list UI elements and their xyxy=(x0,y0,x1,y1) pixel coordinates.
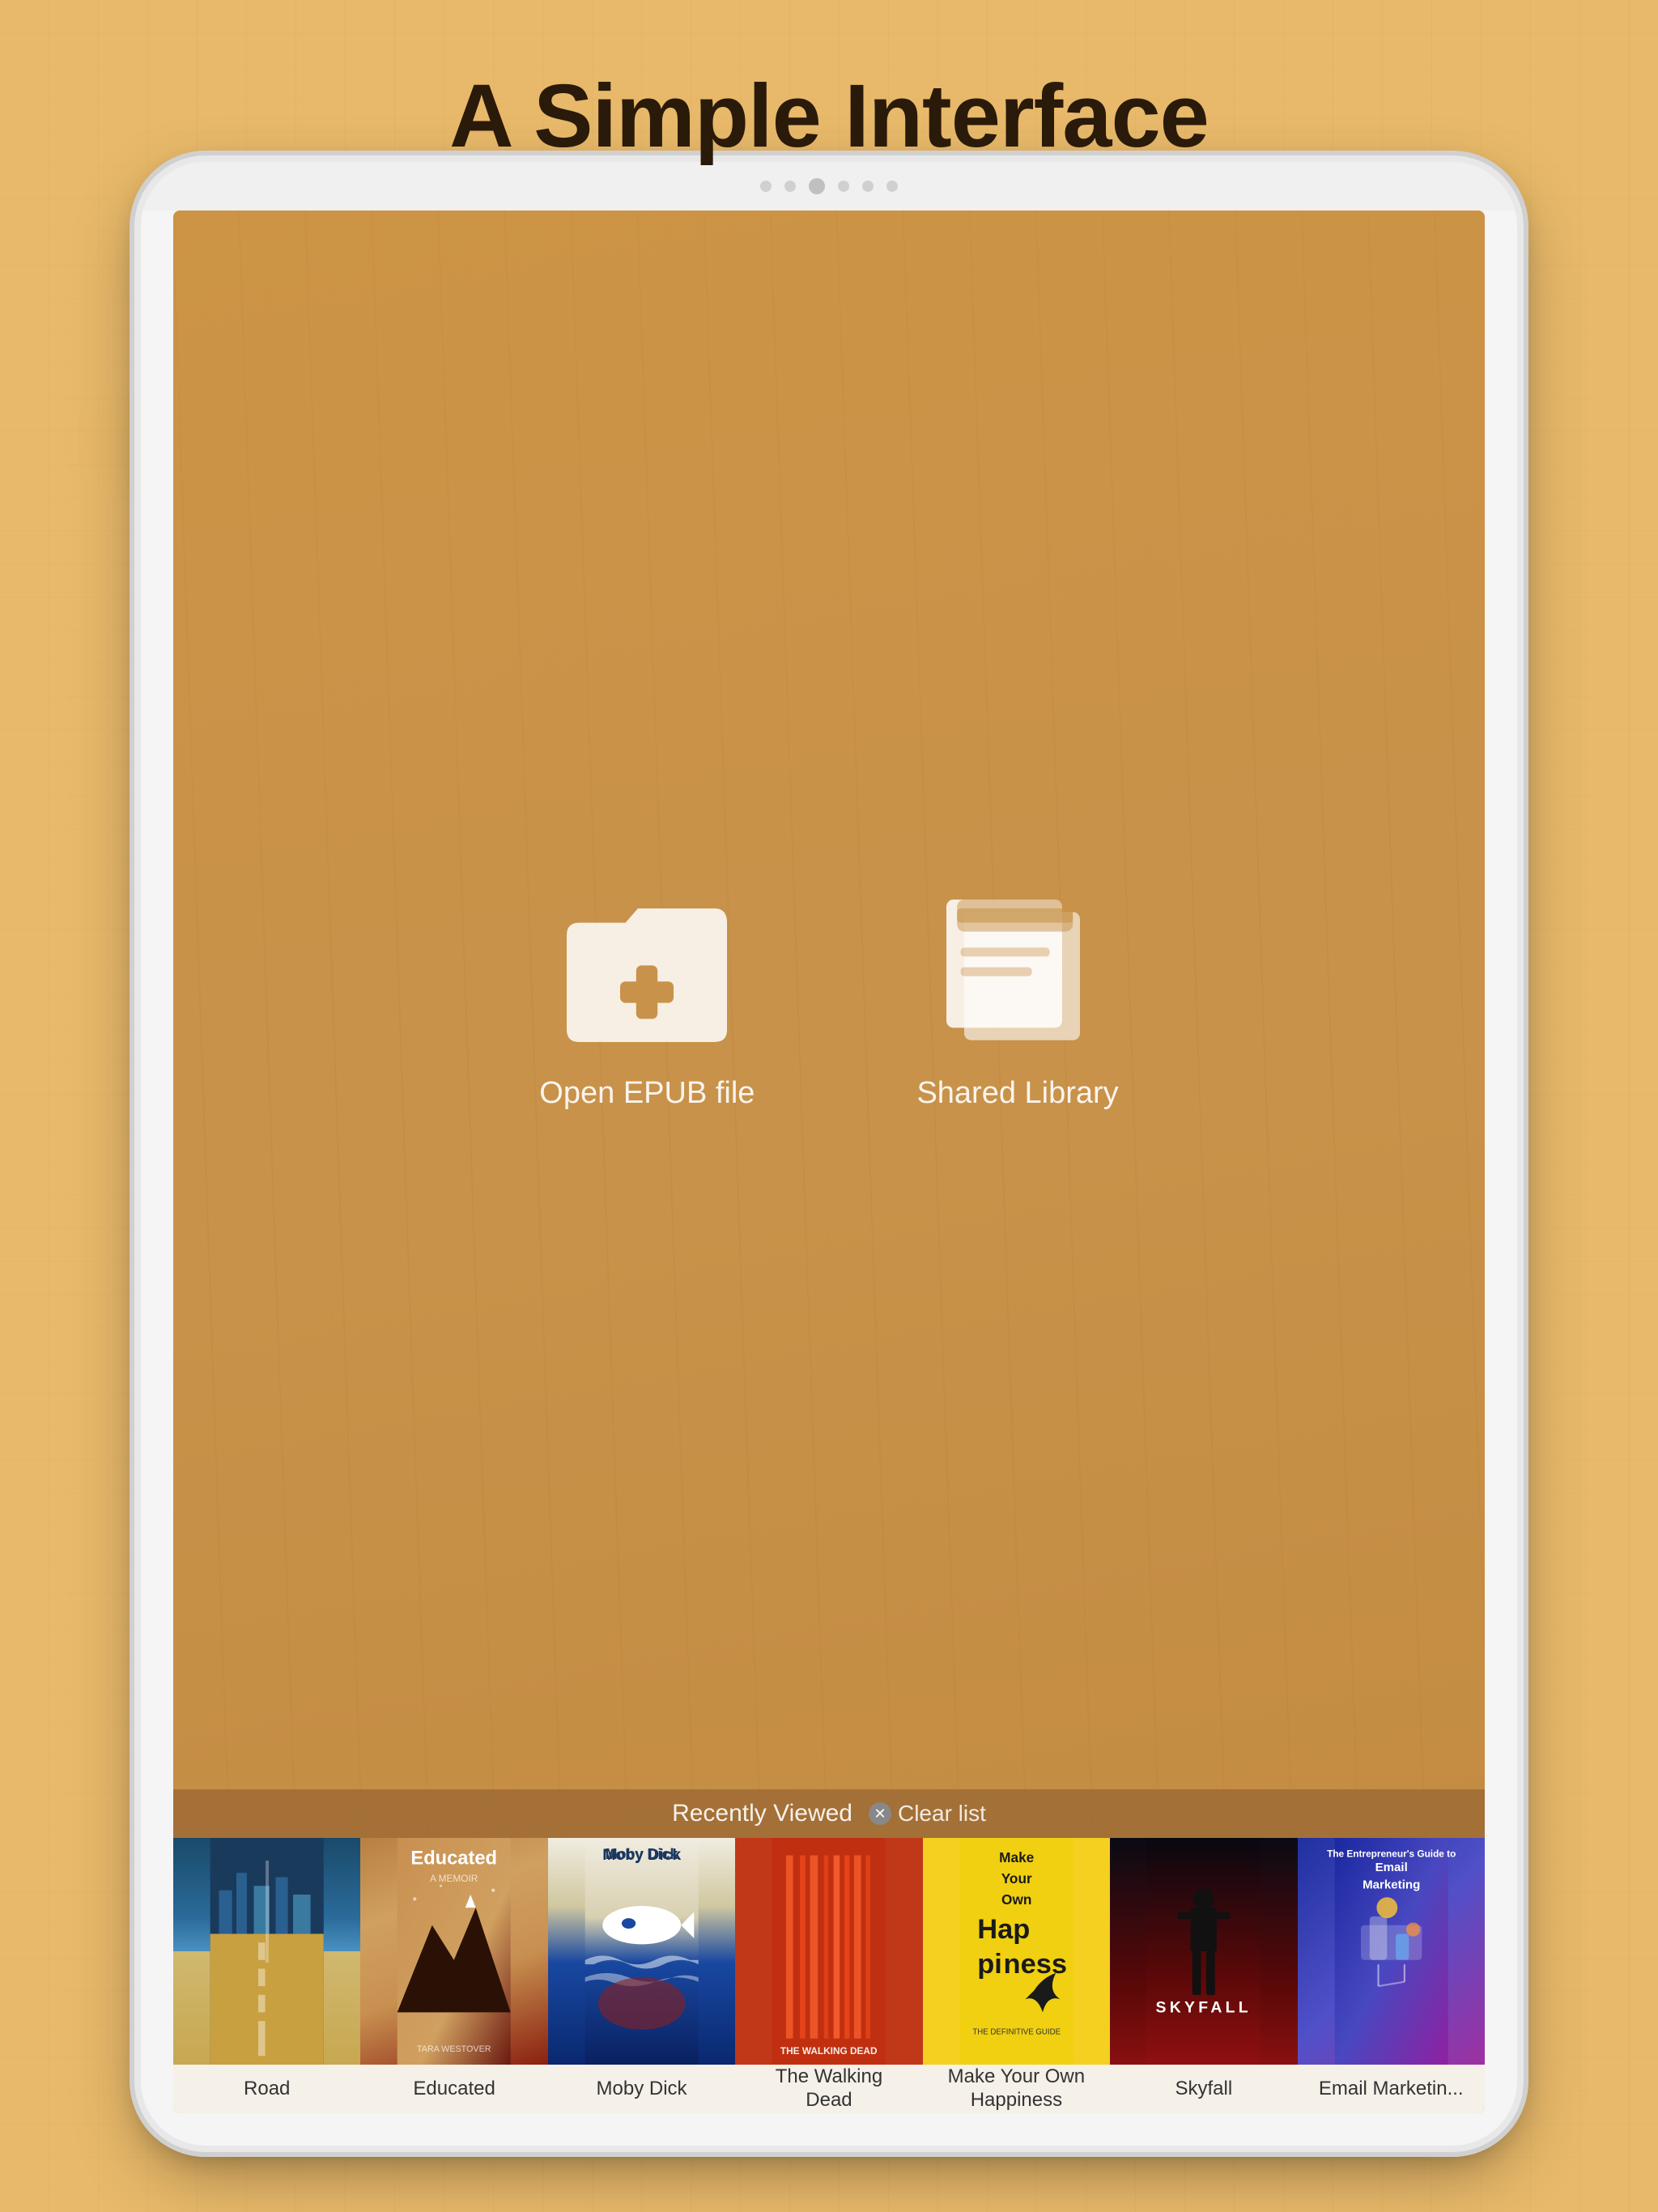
svg-text:THE WALKING DEAD: THE WALKING DEAD xyxy=(780,2045,878,2057)
walking-cover-design: THE WALKING DEAD xyxy=(735,1838,922,2065)
book-title-educated: Educated xyxy=(406,2065,501,2113)
road-cover-design xyxy=(173,1838,360,2065)
skyfall-cover-design: SKYFALL xyxy=(1110,1838,1297,2065)
clear-icon: ✕ xyxy=(869,1802,891,1825)
svg-text:Your: Your xyxy=(1001,1870,1031,1887)
svg-text:A MEMOIR: A MEMOIR xyxy=(431,1873,478,1884)
screen-main-area: Open EPUB file xyxy=(173,211,1485,1789)
svg-text:Marketing: Marketing xyxy=(1363,1878,1420,1891)
svg-text:Hap: Hap xyxy=(977,1914,1030,1945)
shared-library-button[interactable]: Shared Library xyxy=(916,890,1118,1111)
tablet-screen: Open EPUB file xyxy=(173,211,1485,2113)
happiness-cover-design: Make Your Own Hap pi ness THE DEFINITIVE… xyxy=(923,1838,1110,2065)
svg-text:Moby Dick: Moby Dick xyxy=(602,1846,681,1864)
book-item-moby[interactable]: Moby Dick Moby Dick xyxy=(548,1838,735,2113)
book-cover-moby: Moby Dick xyxy=(548,1838,735,2065)
book-item-road[interactable]: Road xyxy=(173,1838,360,2113)
moby-cover-design: Moby Dick xyxy=(548,1838,735,2065)
book-cover-email: The Entrepreneur's Guide to Email Market… xyxy=(1298,1838,1485,2065)
book-title-skyfall: Skyfall xyxy=(1168,2065,1239,2113)
svg-text:Own: Own xyxy=(1001,1891,1031,1908)
book-title-road: Road xyxy=(237,2065,296,2113)
educated-cover-design: Educated A MEMOIR TARA WESTOVER xyxy=(360,1838,547,2065)
open-epub-button[interactable]: Open EPUB file xyxy=(539,890,755,1111)
svg-text:Make: Make xyxy=(999,1849,1034,1865)
svg-text:pi: pi xyxy=(977,1949,1002,1980)
books-icon xyxy=(929,890,1107,1052)
book-cover-happiness: Make Your Own Hap pi ness THE DEFINITIVE… xyxy=(923,1838,1110,2065)
book-item-email[interactable]: The Entrepreneur's Guide to Email Market… xyxy=(1298,1838,1485,2113)
svg-text:The Entrepreneur's Guide to: The Entrepreneur's Guide to xyxy=(1327,1848,1456,1860)
book-title-moby: Moby Dick xyxy=(590,2065,694,2113)
svg-text:THE DEFINITIVE GUIDE: THE DEFINITIVE GUIDE xyxy=(972,2027,1061,2036)
book-cover-walking: THE WALKING DEAD xyxy=(735,1838,922,2065)
page-title: A Simple Interface xyxy=(0,65,1658,168)
books-shelf: Road xyxy=(173,1838,1485,2113)
book-item-skyfall[interactable]: SKYFALL Skyfall xyxy=(1110,1838,1297,2113)
clear-list-text: Clear list xyxy=(898,1801,986,1827)
svg-text:TARA WESTOVER: TARA WESTOVER xyxy=(417,2044,491,2054)
svg-text:Email: Email xyxy=(1375,1861,1407,1874)
shared-library-label: Shared Library xyxy=(916,1076,1118,1111)
recently-viewed-label: Recently Viewed xyxy=(672,1800,852,1827)
book-cover-skyfall: SKYFALL xyxy=(1110,1838,1297,2065)
tablet-frame: Open EPUB file xyxy=(141,162,1517,2146)
page-title-section: A Simple Interface xyxy=(0,0,1658,216)
open-epub-label: Open EPUB file xyxy=(539,1076,755,1111)
svg-text:Educated: Educated xyxy=(411,1848,498,1869)
email-cover-design: The Entrepreneur's Guide to Email Market… xyxy=(1298,1838,1485,2065)
book-item-educated[interactable]: Educated A MEMOIR TARA WESTOVER xyxy=(360,1838,547,2113)
book-title-happiness: Make Your Own Happiness xyxy=(923,2065,1110,2113)
book-item-happiness[interactable]: Make Your Own Hap pi ness THE DEFINITIVE… xyxy=(923,1838,1110,2113)
svg-text:SKYFALL: SKYFALL xyxy=(1156,1998,1252,2016)
book-title-email: Email Marketin... xyxy=(1312,2065,1470,2113)
book-cover-educated: Educated A MEMOIR TARA WESTOVER xyxy=(360,1838,547,2065)
clear-list-button[interactable]: ✕ Clear list xyxy=(869,1801,986,1827)
book-title-walking: The WalkingDead xyxy=(769,2065,890,2113)
book-item-walking-dead[interactable]: THE WALKING DEAD The WalkingDead xyxy=(735,1838,922,2113)
book-cover-road xyxy=(173,1838,360,2065)
recently-viewed-bar: Recently Viewed ✕ Clear list xyxy=(173,1789,1485,1838)
folder-add-icon xyxy=(558,890,736,1052)
svg-text:ness: ness xyxy=(1003,1949,1067,1980)
